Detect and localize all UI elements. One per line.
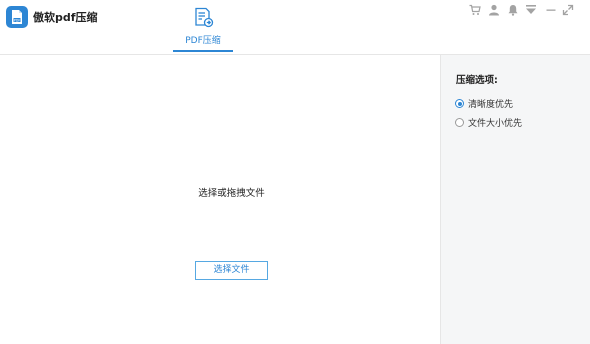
bell-icon[interactable] (507, 1, 519, 16)
app-title: 傲软pdf压缩 (33, 11, 98, 24)
tab-label: PDF压缩 (185, 36, 221, 46)
tab-pdf-compress[interactable]: PDF压缩 (173, 0, 233, 54)
title-bar: PDF 傲软pdf压缩 PDF压缩 (0, 0, 590, 55)
restore-icon[interactable] (562, 1, 574, 16)
radio-selected[interactable] (455, 99, 464, 108)
menu-dropdown-icon[interactable] (525, 1, 537, 14)
option-label: 清晰度优先 (468, 100, 514, 110)
option-label: 文件大小优先 (468, 119, 523, 129)
active-tab-indicator (173, 50, 233, 52)
pdf-file-icon: PDF (6, 6, 28, 28)
cart-icon[interactable] (469, 1, 481, 15)
drop-area[interactable]: 选择或拖拽文件 选择文件 (0, 55, 440, 344)
minimize-icon[interactable] (545, 1, 557, 13)
select-file-button[interactable]: 选择文件 (195, 261, 268, 280)
svg-text:PDF: PDF (14, 18, 21, 22)
user-icon[interactable] (488, 1, 500, 16)
options-heading: 压缩选项: (456, 75, 498, 86)
radio-unselected[interactable] (455, 118, 464, 127)
drop-prompt: 选择或拖拽文件 (198, 188, 265, 199)
pdf-compress-icon (192, 6, 216, 30)
options-panel: 压缩选项: 清晰度优先 文件大小优先 (440, 55, 590, 344)
